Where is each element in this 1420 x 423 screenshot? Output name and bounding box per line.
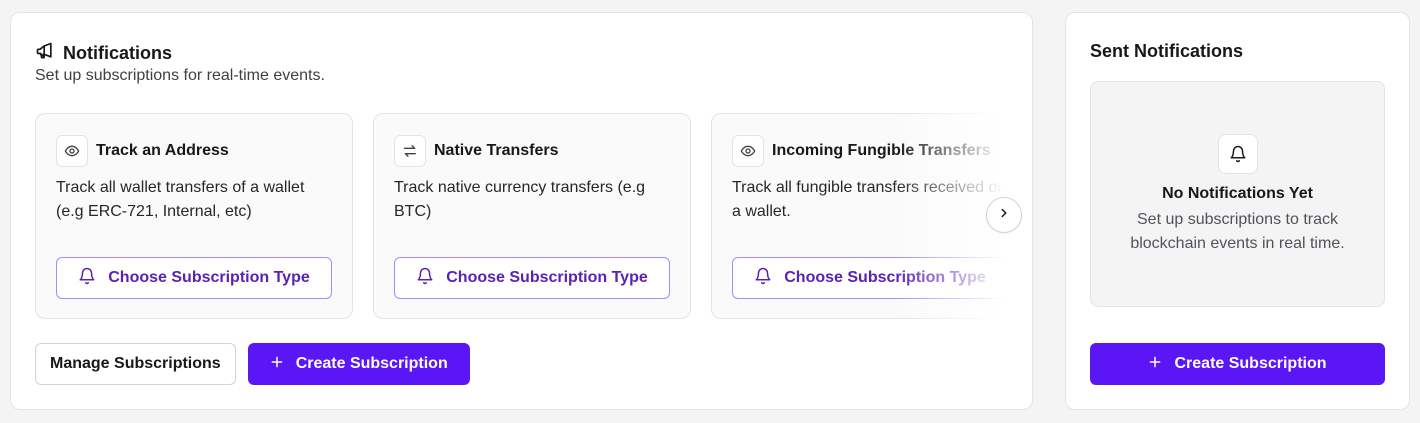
sent-notifications-title: Sent Notifications <box>1090 41 1244 61</box>
card-incoming-fungible-transfers[interactable]: Incoming Fungible Transfers Track all fu… <box>711 113 1005 319</box>
bell-icon <box>1218 134 1258 174</box>
bell-icon <box>416 267 434 290</box>
bell-icon <box>754 267 772 290</box>
plus-icon <box>270 355 284 374</box>
card-title: Incoming Fungible Transfers <box>772 142 991 159</box>
sent-notifications-panel: Sent Notifications No Notifications Yet … <box>1065 12 1410 410</box>
notifications-title: Notifications <box>63 43 173 63</box>
choose-subscription-type-button[interactable]: Choose Subscription Type <box>56 257 332 299</box>
bell-icon <box>78 267 96 290</box>
megaphone-icon <box>35 41 55 66</box>
choose-button-label: Choose Subscription Type <box>108 269 310 286</box>
notifications-header: Notifications <box>35 41 172 66</box>
create-subscription-label: Create Subscription <box>295 355 448 372</box>
card-native-transfers[interactable]: Native Transfers Track native currency t… <box>373 113 691 319</box>
card-description: Track all wallet transfers of a wallet (… <box>56 179 305 220</box>
card-track-address[interactable]: Track an Address Track all wallet transf… <box>35 113 353 319</box>
eye-icon <box>56 135 88 167</box>
choose-button-label: Choose Subscription Type <box>784 269 986 286</box>
choose-subscription-type-button[interactable]: Choose Subscription Type <box>394 257 670 299</box>
notifications-panel: Notifications Set up subscriptions for r… <box>10 12 1033 410</box>
choose-button-label: Choose Subscription Type <box>446 269 648 286</box>
notifications-actions: Manage Subscriptions Create Subscription <box>35 343 470 385</box>
create-subscription-button[interactable]: Create Subscription <box>247 343 470 385</box>
chevron-right-icon <box>997 206 1011 225</box>
create-subscription-label: Create Subscription <box>1174 355 1327 372</box>
subscription-carousel: Track an Address Track all wallet transf… <box>35 113 1005 319</box>
manage-subscriptions-button[interactable]: Manage Subscriptions <box>35 343 236 385</box>
notifications-subtitle: Set up subscriptions for real-time event… <box>35 67 325 84</box>
carousel-next-button[interactable] <box>986 197 1022 233</box>
plus-icon <box>1148 355 1162 374</box>
card-title: Track an Address <box>96 142 229 159</box>
eye-icon <box>732 135 764 167</box>
card-description: Track all fungible transfers received on… <box>732 179 1005 220</box>
card-description: Track native currency transfers (e.g BTC… <box>394 179 646 220</box>
empty-state: No Notifications Yet Set up subscription… <box>1090 81 1385 307</box>
choose-subscription-type-button[interactable]: Choose Subscription Type <box>732 257 1005 299</box>
card-title: Native Transfers <box>434 142 559 159</box>
empty-state-text: Set up subscriptions to track blockchain… <box>1130 211 1345 252</box>
empty-state-description: Set up subscriptions to track blockchain… <box>1091 208 1384 256</box>
empty-state-title: No Notifications Yet <box>1162 185 1313 202</box>
arrows-swap-icon <box>394 135 426 167</box>
create-subscription-button[interactable]: Create Subscription <box>1090 343 1385 385</box>
